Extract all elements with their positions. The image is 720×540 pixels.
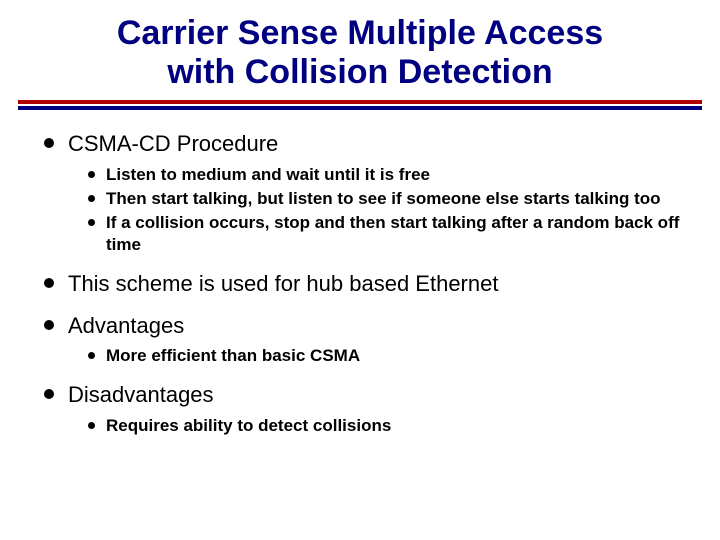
slide-body: CSMA-CD Procedure Listen to medium and w… <box>0 110 720 437</box>
list-item: Disadvantages Requires ability to detect… <box>44 381 680 437</box>
sub-item: Listen to medium and wait until it is fr… <box>88 164 680 186</box>
sub-item: More efficient than basic CSMA <box>88 345 680 367</box>
slide: Carrier Sense Multiple Access with Colli… <box>0 0 720 540</box>
bullet-list: CSMA-CD Procedure Listen to medium and w… <box>44 130 680 437</box>
list-item: This scheme is used for hub based Ethern… <box>44 270 680 298</box>
sub-item: Then start talking, but listen to see if… <box>88 188 680 210</box>
title-line-1: Carrier Sense Multiple Access <box>117 14 603 52</box>
bullet-text: Disadvantages <box>68 382 214 407</box>
sub-list: Requires ability to detect collisions <box>68 415 680 437</box>
sub-list: More efficient than basic CSMA <box>68 345 680 367</box>
list-item: CSMA-CD Procedure Listen to medium and w… <box>44 130 680 256</box>
sub-list: Listen to medium and wait until it is fr… <box>68 164 680 256</box>
sub-item: If a collision occurs, stop and then sta… <box>88 212 680 256</box>
bullet-text: CSMA-CD Procedure <box>68 131 278 156</box>
sub-item: Requires ability to detect collisions <box>88 415 680 437</box>
bullet-text: This scheme is used for hub based Ethern… <box>68 271 498 296</box>
bullet-text: Advantages <box>68 313 184 338</box>
slide-title: Carrier Sense Multiple Access with Colli… <box>0 0 720 100</box>
list-item: Advantages More efficient than basic CSM… <box>44 312 680 368</box>
divider-red <box>18 100 702 104</box>
title-line-2: with Collision Detection <box>167 53 552 91</box>
